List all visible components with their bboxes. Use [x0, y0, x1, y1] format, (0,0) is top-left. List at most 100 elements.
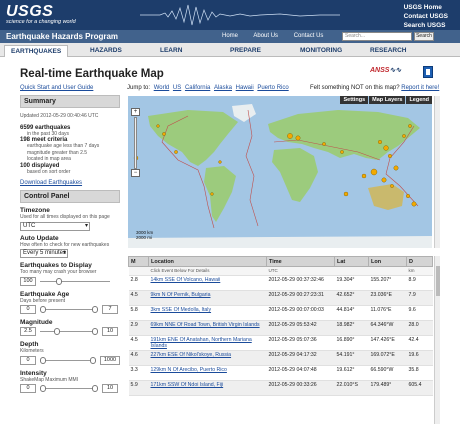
- cell-location-link[interactable]: 191km ENE Of Anatahan, Northern Mariana …: [151, 337, 252, 349]
- tab-research[interactable]: RESEARCH: [370, 47, 406, 54]
- cell-location-link[interactable]: 129km N Of Arecibo, Puerto Rico: [151, 367, 227, 373]
- intensity-max-handle[interactable]: [92, 385, 98, 392]
- table-row[interactable]: 5.9 171km SSW Of Ndoi Island, Fiji 2012-…: [128, 380, 433, 396]
- age-min-input[interactable]: 0: [20, 305, 36, 314]
- cell-location-link[interactable]: 9km N Of Pernik, Bulgaria: [151, 292, 211, 298]
- usgs-home-link[interactable]: USGS Home: [404, 3, 448, 12]
- table-row[interactable]: 4.5 191km ENE Of Anatahan, Northern Mari…: [128, 335, 433, 351]
- map-scale: 3000 km 2000 mi: [136, 230, 153, 240]
- depth-track: [40, 359, 96, 361]
- tab-monitoring[interactable]: MONITORING: [300, 47, 342, 54]
- earthquake-marker: [287, 133, 293, 139]
- earthquake-marker: [377, 140, 382, 145]
- age-max-input[interactable]: 7: [102, 305, 118, 314]
- search-input[interactable]: Search...: [342, 32, 412, 41]
- earthquake-map[interactable]: Settings Map Layers Legend + − 3000 km 200…: [128, 96, 432, 248]
- download-earthquakes-link[interactable]: Download Earthquakes: [20, 180, 120, 186]
- cell-time: 2012-05-29 00:33:26: [266, 380, 335, 396]
- table-row[interactable]: 2.9 69km NNE Of Road Town, British Virgi…: [128, 320, 433, 336]
- jump-us-link[interactable]: US: [173, 85, 181, 91]
- magnitude-max-input[interactable]: 10: [102, 327, 118, 336]
- table-row[interactable]: 5.8 3km SSE Of Medolla, Italy 2012-05-29…: [128, 305, 433, 321]
- word-document-icon[interactable]: [423, 66, 433, 78]
- about-us-link[interactable]: About Us: [253, 33, 278, 39]
- quick-start-link[interactable]: Quick Start and User Guide: [20, 85, 93, 91]
- timezone-help: Used for all times displayed on this pag…: [20, 214, 110, 220]
- depth-max-handle[interactable]: [90, 356, 96, 364]
- report-it-link[interactable]: Report it here!: [401, 85, 439, 91]
- jump-alaska-link[interactable]: Alaska: [214, 85, 232, 91]
- anss-logo[interactable]: ANSS∿∿: [370, 66, 401, 74]
- magnitude-slider[interactable]: 2.5 10: [20, 327, 120, 337]
- search-usgs-link[interactable]: Search USGS: [404, 21, 448, 30]
- tab-hazards[interactable]: HAZARDS: [90, 47, 122, 54]
- magnitude-min-input[interactable]: 2.5: [20, 327, 36, 336]
- cell-magnitude: 4.5: [128, 290, 149, 306]
- zoom-slider[interactable]: [134, 117, 137, 169]
- jump-hawaii-link[interactable]: Hawaii: [236, 85, 254, 91]
- col-header-time[interactable]: Time: [266, 256, 335, 267]
- intensity-min-input[interactable]: 0: [20, 384, 36, 393]
- display-count-value[interactable]: 100: [20, 276, 36, 286]
- cell-time: 2012-05-29 05:07:36: [266, 335, 335, 351]
- cell-location-link[interactable]: 14km SSE Of Volcano, Hawaii: [151, 277, 221, 283]
- table-row[interactable]: 4.5 9km N Of Pernik, Bulgaria 2012-05-29…: [128, 290, 433, 306]
- program-home-link[interactable]: Home: [222, 33, 238, 39]
- usgs-logo[interactable]: USGS science for a changing world: [6, 3, 76, 25]
- depth-min-input[interactable]: 0: [20, 355, 36, 365]
- earthquake-marker: [388, 154, 393, 159]
- earthquake-marker: [361, 173, 367, 179]
- intensity-min-handle[interactable]: [40, 385, 46, 392]
- table-row[interactable]: 2.8 14km SSE Of Volcano, Hawaii 2012-05-…: [128, 275, 433, 291]
- depth-slider[interactable]: 0 1000: [20, 355, 120, 366]
- cell-location-link[interactable]: 3km SSE Of Medolla, Italy: [151, 307, 212, 313]
- col-header-location[interactable]: Location: [148, 256, 267, 267]
- magnitude-min-handle[interactable]: [54, 328, 60, 335]
- depth-min-handle[interactable]: [40, 356, 46, 364]
- zoom-out-button[interactable]: −: [131, 169, 140, 177]
- col-header-magnitude[interactable]: M: [128, 256, 149, 267]
- cell-magnitude: 2.9: [128, 320, 149, 336]
- cell-location-link[interactable]: 69km NNE Of Road Town, British Virgin Is…: [151, 322, 260, 328]
- tab-learn[interactable]: LEARN: [160, 47, 182, 54]
- world-map[interactable]: [128, 96, 432, 248]
- cell-lat: 22.010°S: [334, 380, 369, 396]
- tab-prepare[interactable]: PREPARE: [230, 47, 261, 54]
- age-min-handle[interactable]: [40, 306, 46, 313]
- col-header-lon[interactable]: Lon: [368, 256, 407, 267]
- jump-california-link[interactable]: California: [185, 85, 210, 91]
- contact-usgs-link[interactable]: Contact USGS: [404, 12, 448, 21]
- program-title[interactable]: Earthquake Hazards Program: [6, 32, 118, 41]
- timezone-label: Timezone: [20, 207, 50, 214]
- tab-earthquakes[interactable]: EARTHQUAKES: [4, 45, 69, 57]
- search-button[interactable]: Search: [414, 32, 434, 41]
- table-scrollbar[interactable]: [434, 256, 440, 424]
- jump-world-link[interactable]: World: [154, 85, 170, 91]
- map-scrollbar[interactable]: [434, 96, 440, 248]
- table-scrollbar-thumb[interactable]: [436, 266, 440, 296]
- settings-button[interactable]: Settings: [340, 96, 369, 104]
- map-layers-button[interactable]: Map Layers: [369, 96, 406, 104]
- display-count-handle[interactable]: [56, 277, 62, 285]
- zoom-in-button[interactable]: +: [131, 108, 140, 116]
- table-row[interactable]: 3.3 129km N Of Arecibo, Puerto Rico 2012…: [128, 365, 433, 381]
- felt-text: Felt something NOT on this map?: [310, 85, 400, 91]
- table-row[interactable]: 4.6 227km ESE Of Nikol'skoye, Russia 201…: [128, 350, 433, 366]
- intensity-slider[interactable]: 0 10: [20, 384, 120, 394]
- col-header-lat[interactable]: Lat: [334, 256, 369, 267]
- age-max-handle[interactable]: [92, 306, 98, 313]
- intensity-max-input[interactable]: 10: [102, 384, 118, 393]
- legend-button[interactable]: Legend: [406, 96, 432, 104]
- cell-location-link[interactable]: 171km SSW Of Ndoi Island, Fiji: [151, 382, 224, 388]
- depth-max-input[interactable]: 1000: [100, 355, 120, 365]
- cell-lon: 155.207°: [368, 275, 407, 291]
- display-count-slider[interactable]: 100: [20, 276, 120, 287]
- age-slider[interactable]: 0 7: [20, 305, 120, 315]
- contact-us-link[interactable]: Contact Us: [294, 33, 324, 39]
- jump-puerto-rico-link[interactable]: Puerto Rico: [257, 85, 288, 91]
- timezone-select[interactable]: UTC: [20, 221, 90, 231]
- cell-location-link[interactable]: 227km ESE Of Nikol'skoye, Russia: [151, 352, 232, 358]
- auto-update-select[interactable]: Every 5 minutes: [20, 249, 68, 258]
- col-header-depth[interactable]: D: [406, 256, 433, 267]
- magnitude-max-handle[interactable]: [92, 328, 98, 335]
